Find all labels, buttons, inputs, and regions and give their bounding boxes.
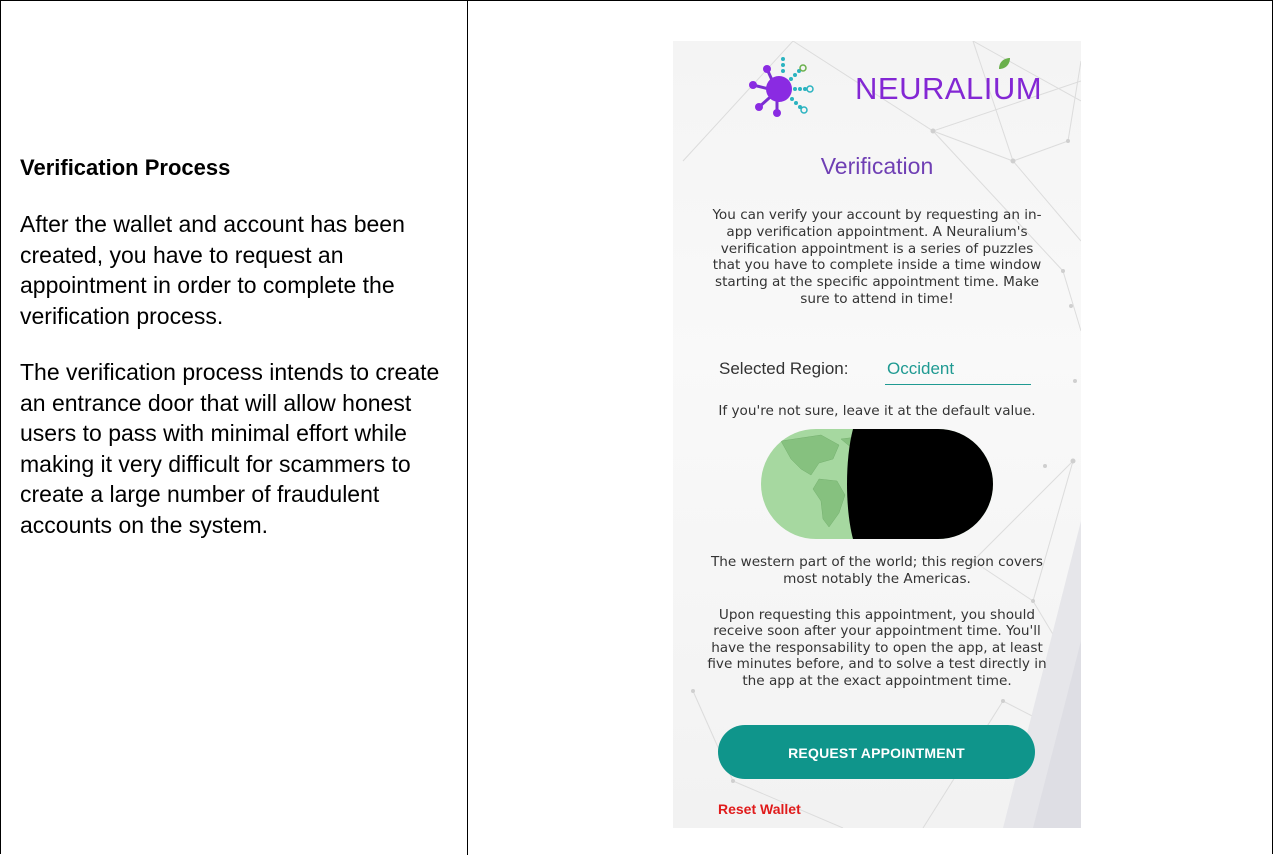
column-divider [467,1,468,855]
region-caption: The western part of the world; this regi… [710,554,1044,587]
region-map [761,429,993,539]
left-column: Verification Process After the wallet an… [20,153,445,540]
region-hint: If you're not sure, leave it at the defa… [718,403,1036,419]
region-value: Occident [887,359,955,378]
neuralium-logo-icon [749,57,814,117]
paragraph-2: The verification process intends to crea… [20,359,440,538]
region-label: Selected Region: [719,359,849,378]
section-heading: Verification Process [20,155,231,180]
region-select[interactable]: Occident [885,357,1031,385]
verification-description: You can verify your account by requestin… [712,207,1042,307]
reset-wallet-link[interactable]: Reset Wallet [718,801,801,817]
leaf-icon [999,58,1010,69]
neuralium-logo: NEURALIUM [739,49,1042,119]
page-title: Verification [820,153,934,179]
request-appointment-button[interactable]: REQUEST APPOINTMENT [718,725,1035,779]
document-table: Verification Process After the wallet an… [0,0,1273,855]
appointment-info: Upon requesting this appointment, you sh… [707,607,1047,689]
app-screenshot: NEURALIUM Verification You can verify yo… [673,41,1081,828]
logo-wordmark: NEURALIUM [855,71,1043,106]
paragraph-1: After the wallet and account has been cr… [20,211,405,329]
